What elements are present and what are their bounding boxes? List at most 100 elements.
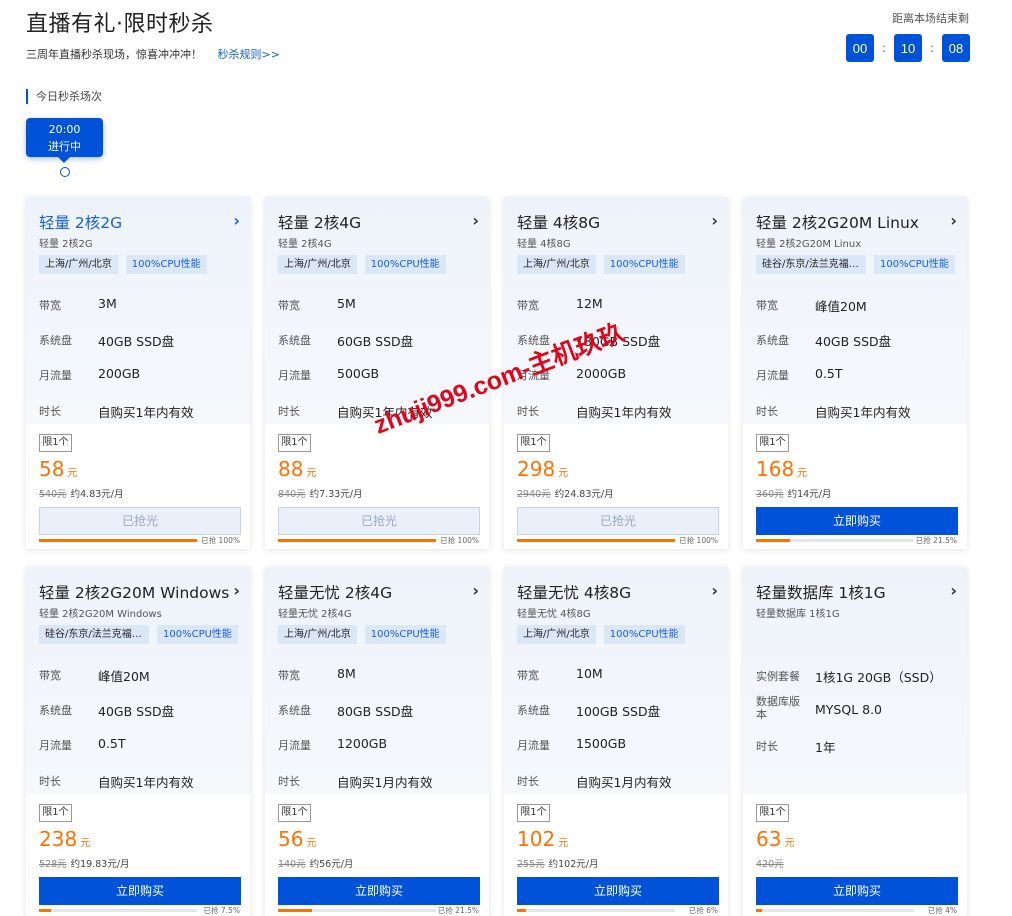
monthly-price: 约102元/月 [548, 859, 599, 870]
spec-value: 40GB SSD盘 [98, 334, 175, 349]
product-card: 轻量 2核4G › 轻量 2核4G 上海/广州/北京 100%CPU性能 带宽 5M 系统盘 6… [265, 197, 489, 549]
card-title[interactable]: 轻量 2核2G [39, 211, 122, 233]
sold-progress-fill [756, 909, 763, 912]
spec-value: 峰值20M [815, 299, 867, 314]
region-tag: 上海/广州/北京 [39, 255, 118, 274]
spec-value: 自购买1月内有效 [337, 775, 433, 790]
original-price-value: 255元 [517, 859, 545, 870]
original-price-value: 528元 [39, 859, 67, 870]
card-subtitle: 轻量无忧 2核4G [278, 609, 352, 620]
region-tag: 上海/广州/北京 [517, 255, 596, 274]
buy-now-button[interactable]: 立即购买 [517, 877, 719, 905]
spec-label: 带宽 [278, 299, 300, 312]
spec-label: 系统盘 [278, 334, 311, 347]
subtitle-text: 三周年直播秒杀现场，惊喜冲冲冲！ [26, 48, 202, 61]
sold-progress-text: 已抢 6% [688, 906, 718, 915]
original-price: 540元 约4.83元/月 [39, 486, 124, 500]
sold-progress-text: 已抢 100% [679, 536, 718, 545]
sold-progress-text: 已抢 4% [927, 906, 957, 915]
price-unit: 元 [306, 838, 317, 849]
session-tab-2000[interactable]: 20:00 进行中 [26, 118, 103, 163]
price-value: 168 [756, 457, 795, 481]
card-tags: 硅谷/东京/法兰克福/... 100%CPU性能 [756, 255, 955, 274]
region-tag: 上海/广州/北京 [278, 255, 357, 274]
purchase-limit-badge: 限1个 [39, 804, 72, 822]
buy-now-button[interactable]: 立即购买 [278, 877, 480, 905]
card-tags: 硅谷/东京/法兰克福/... 100%CPU性能 [39, 625, 238, 644]
chevron-right-icon[interactable]: › [950, 581, 957, 600]
card-title[interactable]: 轻量 2核2G20M Linux [756, 211, 919, 233]
spec-label: 系统盘 [39, 704, 72, 717]
sold-progress-fill [517, 539, 675, 542]
chevron-right-icon[interactable]: › [233, 211, 240, 230]
chevron-right-icon[interactable]: › [950, 211, 957, 230]
card-title[interactable]: 轻量 2核4G [278, 211, 361, 233]
original-price: 360元 约14元/月 [756, 486, 831, 500]
cpu-tag: 100%CPU性能 [603, 625, 685, 644]
rules-link[interactable]: 秒杀规则>> [218, 48, 280, 61]
countdown-separator: : [929, 41, 935, 55]
card-title[interactable]: 轻量 2核2G20M Windows [39, 581, 229, 603]
chevron-right-icon[interactable]: › [711, 581, 718, 600]
spec-label: 带宽 [517, 299, 539, 312]
original-price: 255元 约102元/月 [517, 856, 598, 870]
cpu-tag: 100%CPU性能 [364, 625, 446, 644]
countdown-timer: 00 : 10 : 08 [846, 34, 970, 62]
purchase-limit-badge: 限1个 [278, 434, 311, 452]
product-card: 轻量 2核2G20M Linux › 轻量 2核2G20M Linux 硅谷/东京/法… [743, 197, 967, 549]
purchase-limit-badge: 限1个 [39, 434, 72, 452]
card-title[interactable]: 轻量数据库 1核1G [756, 581, 886, 603]
spec-label: 月流量 [756, 369, 789, 382]
spec-label: 时长 [517, 405, 539, 418]
buy-now-button[interactable]: 立即购买 [39, 877, 241, 905]
spec-label: 月流量 [278, 369, 311, 382]
sold-progress-bar [39, 909, 197, 912]
card-title[interactable]: 轻量无忧 4核8G [517, 581, 631, 603]
spec-value: 0.5T [815, 366, 843, 381]
sold-progress-bar [278, 909, 436, 912]
buy-now-button[interactable]: 立即购买 [756, 507, 958, 535]
card-subtitle: 轻量 2核2G20M Linux [756, 239, 862, 250]
spec-value: 12M [576, 296, 603, 311]
spec-value: 60GB SSD盘 [337, 334, 414, 349]
cpu-tag: 100%CPU性能 [125, 255, 207, 274]
monthly-price: 约7.33元/月 [309, 489, 363, 500]
spec-value: 0.5T [98, 736, 126, 751]
spec-value: 100GB SSD盘 [576, 704, 661, 719]
price-value: 63 [756, 827, 782, 851]
region-tag: 上海/广州/北京 [517, 625, 596, 644]
spec-label: 时长 [756, 405, 778, 418]
card-subtitle: 轻量 4核8G [517, 239, 571, 250]
spec-label: 系统盘 [39, 334, 72, 347]
spec-label: 系统盘 [517, 704, 550, 717]
spec-label: 月流量 [39, 369, 72, 382]
price-value: 88 [278, 457, 304, 481]
original-price: 840元 约7.33元/月 [278, 486, 363, 500]
chevron-right-icon[interactable]: › [472, 211, 479, 230]
card-tags: 上海/广州/北京 100%CPU性能 [39, 255, 207, 274]
sold-progress-text: 已抢 21.5% [437, 906, 479, 915]
spec-value: 自购买1年内有效 [98, 405, 194, 420]
original-price-value: 360元 [756, 489, 784, 500]
cpu-tag: 100%CPU性能 [364, 255, 446, 274]
original-price: 2940元 约24.83元/月 [517, 486, 614, 500]
spec-label: 带宽 [278, 669, 300, 682]
spec-value: 40GB SSD盘 [98, 704, 175, 719]
sold-progress-fill [278, 909, 312, 912]
spec-value: 自购买1月内有效 [576, 775, 672, 790]
price-unit: 元 [558, 838, 569, 849]
card-title[interactable]: 轻量无忧 2核4G [278, 581, 392, 603]
spec-value: 自购买1年内有效 [576, 405, 672, 420]
price-unit: 元 [67, 468, 78, 479]
sold-progress-fill [39, 539, 197, 542]
card-title[interactable]: 轻量 4核8G [517, 211, 600, 233]
chevron-right-icon[interactable]: › [472, 581, 479, 600]
spec-label: 带宽 [517, 669, 539, 682]
card-tags: 上海/广州/北京 100%CPU性能 [278, 255, 446, 274]
product-card: 轻量无忧 2核4G › 轻量无忧 2核4G 上海/广州/北京 100%CPU性能 带宽 8M… [265, 567, 489, 916]
chevron-right-icon[interactable]: › [711, 211, 718, 230]
card-subtitle: 轻量 2核2G20M Windows [39, 609, 162, 620]
price: 88 元 [278, 457, 316, 481]
buy-now-button[interactable]: 立即购买 [756, 877, 958, 905]
chevron-right-icon[interactable]: › [233, 581, 240, 600]
